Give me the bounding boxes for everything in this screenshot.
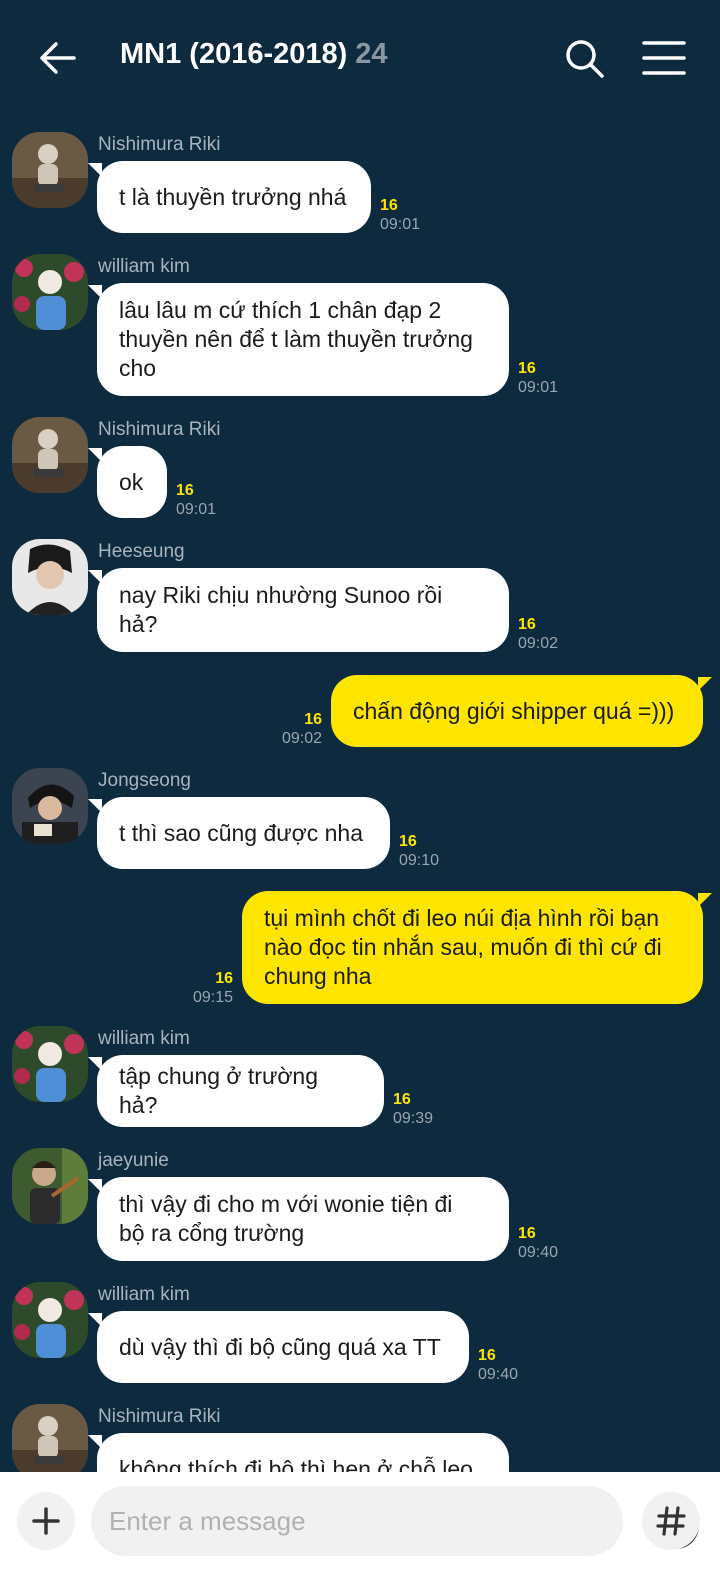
message-text: nay Riki chịu nhường Sunoo rồi hả? <box>119 582 443 637</box>
unread-count: 16 <box>304 711 322 728</box>
sender-name: jaeyunie <box>98 1150 169 1171</box>
message-time: 09:40 <box>518 1244 559 1261</box>
message-bubble[interactable]: t thì sao cũng được nha <box>88 797 390 869</box>
unread-count: 16 <box>380 197 398 214</box>
message-meta: 16 09:40 <box>518 1224 558 1262</box>
message-time: 09:40 <box>478 1366 519 1383</box>
unread-count: 16 <box>399 833 417 850</box>
member-count: 24 <box>355 38 388 70</box>
avatar[interactable] <box>12 1026 88 1102</box>
message-meta: 16 09:01 <box>176 481 216 519</box>
unread-count: 16 <box>518 616 536 633</box>
message-meta: 16 09:01 <box>380 196 420 234</box>
message-meta: 16 09:02 <box>518 615 558 653</box>
avatar[interactable] <box>12 1148 88 1224</box>
avatar[interactable] <box>12 417 88 493</box>
message-time: 09:39 <box>393 1110 434 1127</box>
message-meta: 16 09:15 <box>173 969 233 1007</box>
message-text: tụi mình chốt đi leo núi địa hình rồi bạ… <box>264 905 662 989</box>
avatar[interactable] <box>12 254 88 330</box>
message-text: t thì sao cũng được nha <box>119 819 364 846</box>
message-text: ok <box>119 468 144 495</box>
sender-name: william kim <box>98 1028 190 1049</box>
message-list[interactable]: Nishimura Riki t là thuyền trưởng nhá 16… <box>0 112 720 1472</box>
message-text: lâu lâu m cứ thích 1 chân đạp 2 thuyền n… <box>119 297 473 381</box>
message-text: chấn động giới shipper quá =))) <box>353 697 675 724</box>
plus-icon <box>32 1507 60 1535</box>
message-text: thì vậy đi cho m với wonie tiện đi bộ ra… <box>119 1191 453 1246</box>
unread-count: 16 <box>176 482 194 499</box>
unread-count: 16 <box>478 1347 496 1364</box>
search-button[interactable] <box>562 36 606 80</box>
sender-name: Heeseung <box>98 541 185 562</box>
message-bubble[interactable]: chấn động giới shipper quá =))) <box>331 675 712 747</box>
sender-name: Jongseong <box>98 770 191 791</box>
avatar[interactable] <box>12 768 88 844</box>
hashtag-button[interactable] <box>642 1492 700 1550</box>
message-text: t là thuyền trưởng nhá <box>119 183 347 210</box>
avatar[interactable] <box>12 539 88 615</box>
message-time: 09:01 <box>518 379 559 396</box>
message-text: dù vậy thì đi bộ cũng quá xa TT <box>119 1333 441 1360</box>
message-meta: 16 09:39 <box>393 1090 433 1128</box>
message-bubble[interactable]: tụi mình chốt đi leo núi địa hình rồi bạ… <box>242 891 712 1004</box>
message-meta: 16 09:10 <box>399 832 439 870</box>
message-time: 09:02 <box>281 730 322 747</box>
hamburger-menu-icon <box>642 41 686 75</box>
message-bubble[interactable]: t là thuyền trưởng nhá <box>88 161 371 233</box>
message-bubble[interactable]: không thích đi bộ thì hẹn ở chỗ leo <box>88 1433 509 1473</box>
message-time: 09:01 <box>176 501 217 518</box>
message-bubble[interactable]: ok <box>88 446 167 518</box>
sender-name: Nishimura Riki <box>98 1406 221 1427</box>
message-time: 09:01 <box>380 216 421 233</box>
message-time: 09:15 <box>192 989 233 1006</box>
message-bubble[interactable]: lâu lâu m cứ thích 1 chân đạp 2 thuyền n… <box>88 283 509 396</box>
message-bubble[interactable]: tập chung ở trường hả? <box>88 1055 384 1127</box>
chat-screen: MN1 (2016-2018) 24 Nishimura Riki t là th… <box>0 0 720 1569</box>
sender-name: william kim <box>98 1284 190 1305</box>
message-text: tập chung ở trường hả? <box>119 1063 319 1118</box>
sender-name: Nishimura Riki <box>98 134 221 155</box>
chat-title: MN1 (2016-2018) 24 <box>120 38 388 71</box>
back-button[interactable] <box>36 36 80 80</box>
message-meta: 16 09:40 <box>478 1346 518 1384</box>
message-time: 09:10 <box>399 852 440 869</box>
unread-count: 16 <box>518 1225 536 1242</box>
message-bubble[interactable]: nay Riki chịu nhường Sunoo rồi hả? <box>88 568 509 652</box>
message-bubble[interactable]: dù vậy thì đi bộ cũng quá xa TT <box>88 1311 469 1383</box>
unread-count: 16 <box>215 970 233 987</box>
avatar[interactable] <box>12 1404 88 1472</box>
unread-count: 16 <box>518 360 536 377</box>
sender-name: william kim <box>98 256 190 277</box>
add-attachment-button[interactable] <box>17 1492 75 1550</box>
message-bubble[interactable]: thì vậy đi cho m với wonie tiện đi bộ ra… <box>88 1177 509 1261</box>
message-field[interactable] <box>91 1486 699 1556</box>
room-name: MN1 (2016-2018) <box>120 38 348 70</box>
avatar[interactable] <box>12 132 88 208</box>
message-input[interactable] <box>109 1486 549 1556</box>
message-time: 09:02 <box>518 635 559 652</box>
menu-button[interactable] <box>642 38 686 78</box>
arrow-left-icon <box>40 42 76 74</box>
message-meta: 16 09:01 <box>518 359 558 397</box>
sender-name: Nishimura Riki <box>98 419 221 440</box>
unread-count: 16 <box>393 1091 411 1108</box>
message-text: không thích đi bộ thì hẹn ở chỗ leo <box>119 1455 473 1473</box>
avatar[interactable] <box>12 1282 88 1358</box>
hash-icon <box>656 1506 686 1536</box>
search-icon <box>566 40 604 78</box>
message-input-bar <box>0 1472 720 1569</box>
chat-header: MN1 (2016-2018) 24 <box>0 0 720 112</box>
message-meta: 16 09:02 <box>262 710 322 748</box>
